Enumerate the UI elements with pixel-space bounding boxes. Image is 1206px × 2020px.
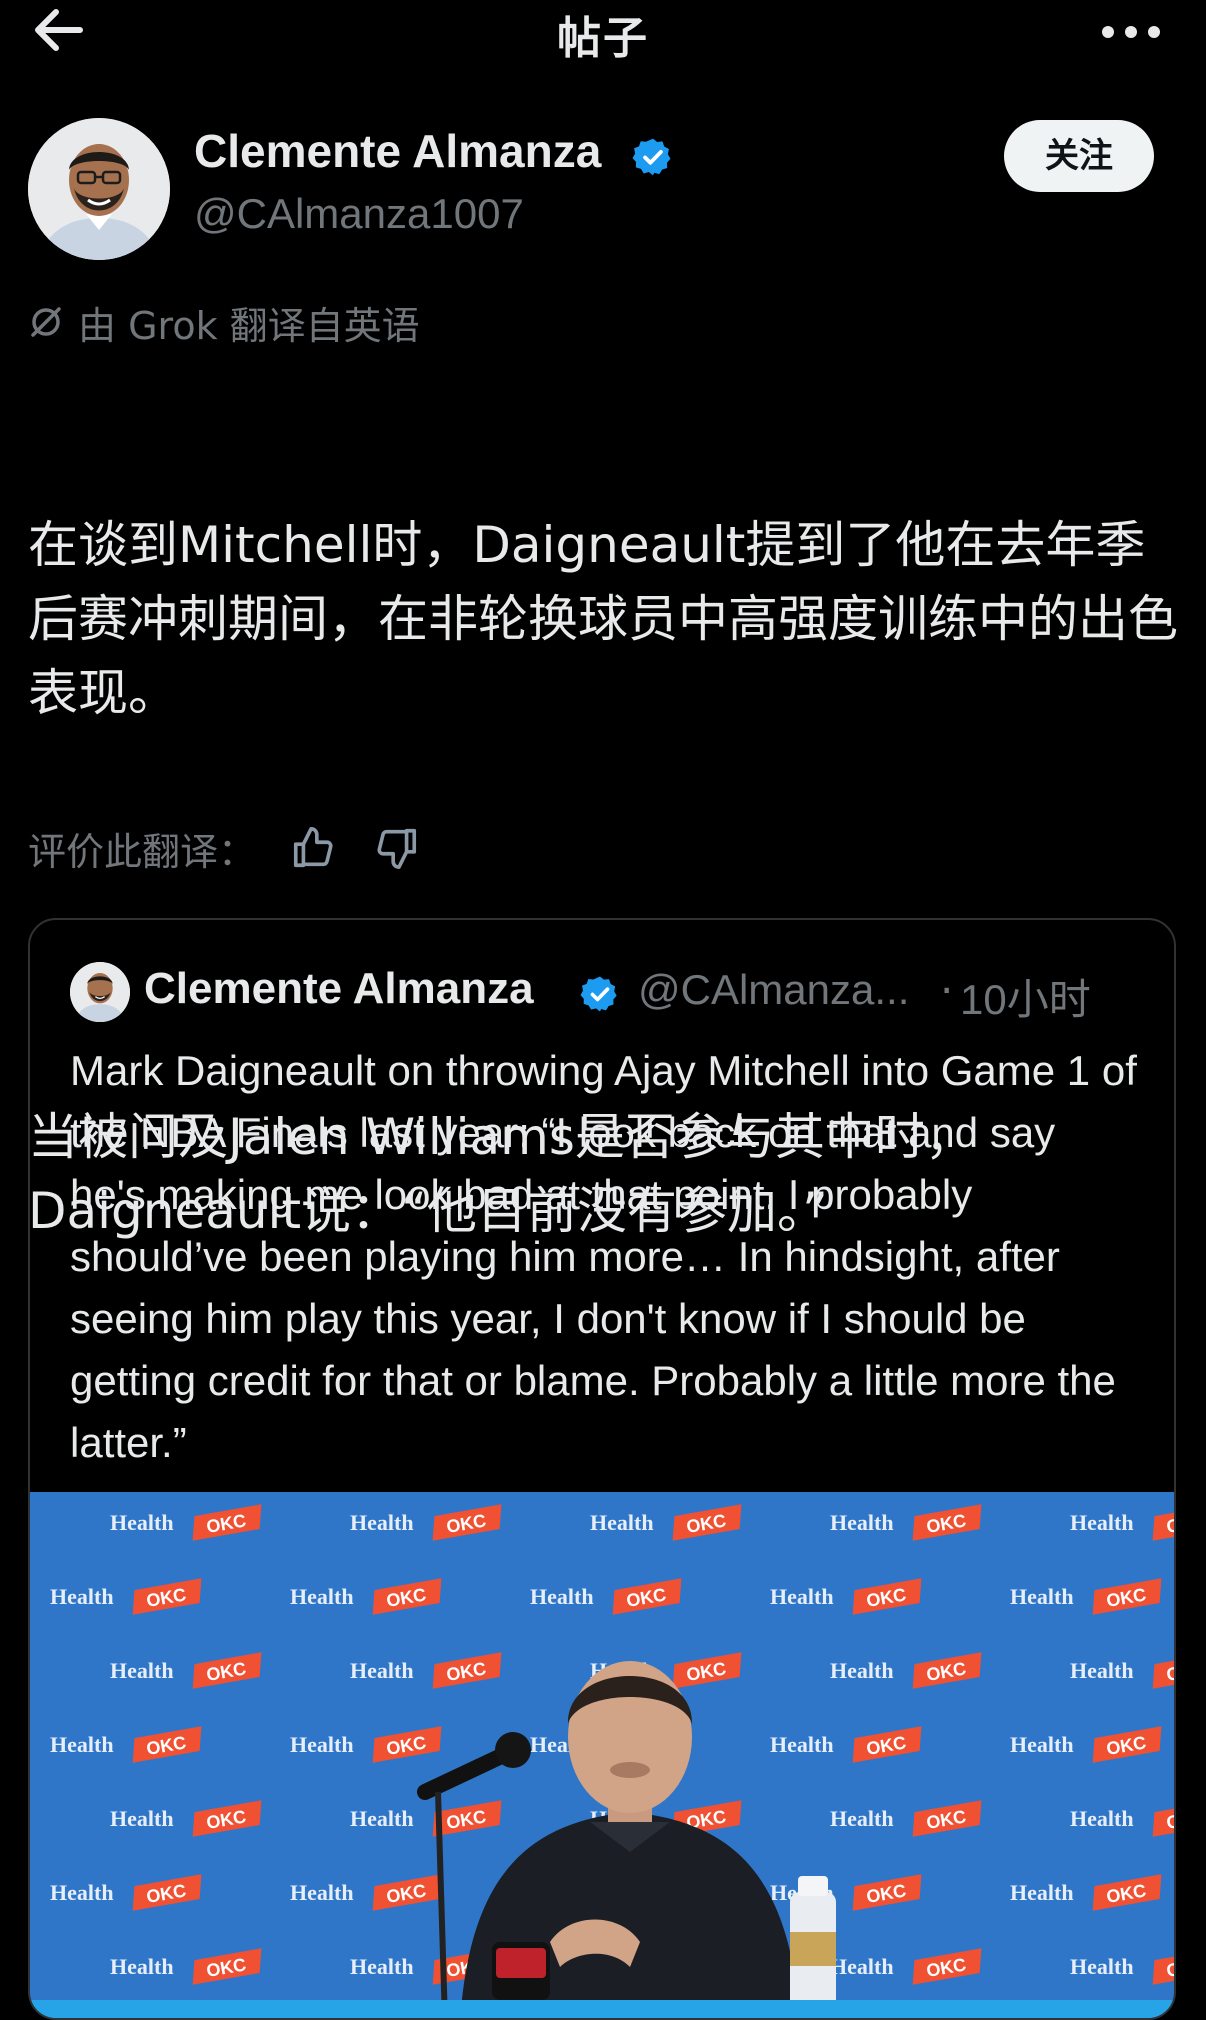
health-logo-text: Health [590, 1510, 654, 1535]
health-logo-text: Health [350, 1658, 414, 1683]
health-logo-text: Health [110, 1510, 174, 1535]
author-handle: @CAlmanza1007 [194, 190, 524, 237]
health-logo-text: Health [830, 1510, 894, 1535]
quoted-timestamp: 10小时 [960, 976, 1091, 1023]
translation-notice-text: 由 Grok 翻译自英语 [78, 303, 420, 348]
health-logo-text: Health [530, 1584, 594, 1609]
health-logo-text: Health [290, 1584, 354, 1609]
health-logo-text: Health [830, 1658, 894, 1683]
verified-badge-icon [632, 136, 674, 178]
health-logo-text: Health [50, 1584, 114, 1609]
quoted-avatar[interactable] [70, 962, 130, 1022]
health-logo-text: Health [1070, 1954, 1134, 1979]
author-name[interactable]: Clemente Almanza [194, 124, 601, 178]
health-logo-text: Health [50, 1880, 114, 1905]
health-logo-text: Health [110, 1658, 174, 1683]
top-bar: 帖子 [0, 0, 1206, 64]
water-bottle [790, 1876, 836, 2010]
health-logo-text: Health [290, 1880, 354, 1905]
translation-notice: 由 Grok 翻译自英语 [28, 296, 420, 348]
quoted-author-name[interactable]: Clemente Almanza [144, 964, 534, 1014]
health-logo-text: Health [830, 1954, 894, 1979]
quoted-text: Mark Daigneault on throwing Ajay Mitchel… [70, 1047, 1137, 1466]
rate-translation: 评价此翻译： [28, 820, 458, 876]
follow-button[interactable]: 关注 [1004, 120, 1154, 192]
health-logo-text: Health [1070, 1806, 1134, 1831]
health-logo-text: Health [350, 1954, 414, 1979]
verified-badge-icon [580, 974, 620, 1014]
thumbs-up-icon[interactable] [290, 825, 336, 871]
thumbs-down-icon[interactable] [374, 825, 420, 871]
health-logo-text: Health [830, 1806, 894, 1831]
health-logo-text: Health [110, 1806, 174, 1831]
post-paragraph-1: 在谈到Mitchell时，Daigneault提到了他在去年季后赛冲刺期间，在非… [28, 516, 1178, 722]
separator-dot: · [940, 966, 954, 1015]
health-logo-text: Health [290, 1732, 354, 1757]
health-logo-text: Health [1010, 1732, 1074, 1757]
health-logo-text: Health [350, 1806, 414, 1831]
more-horizontal-icon[interactable] [1096, 6, 1166, 50]
health-logo-text: Health [770, 1584, 834, 1609]
page-title: 帖子 [557, 13, 649, 64]
health-logo-text: Health [770, 1732, 834, 1757]
health-logo-text: Health [110, 1954, 174, 1979]
health-logo-text: Health [1010, 1584, 1074, 1609]
health-logo-text: Health [1070, 1658, 1134, 1683]
quoted-author-handle: @CAlmanza... [638, 966, 910, 1013]
avatar[interactable] [28, 118, 170, 260]
quoted-post[interactable]: Clemente Almanza @CAlmanza... · 10小时 Mar… [28, 918, 1176, 2020]
health-logo-text: Health [1070, 1510, 1134, 1535]
health-logo-text: Health [1010, 1880, 1074, 1905]
rate-translation-label: 评价此翻译： [28, 829, 257, 874]
health-logo-text: Health [350, 1510, 414, 1535]
health-logo-text: Health [50, 1732, 114, 1757]
grok-icon [31, 307, 61, 337]
quoted-media-image[interactable]: OKCHealthOKCHealthOKCHealthOKCHealthOKCH… [30, 1492, 1174, 2018]
